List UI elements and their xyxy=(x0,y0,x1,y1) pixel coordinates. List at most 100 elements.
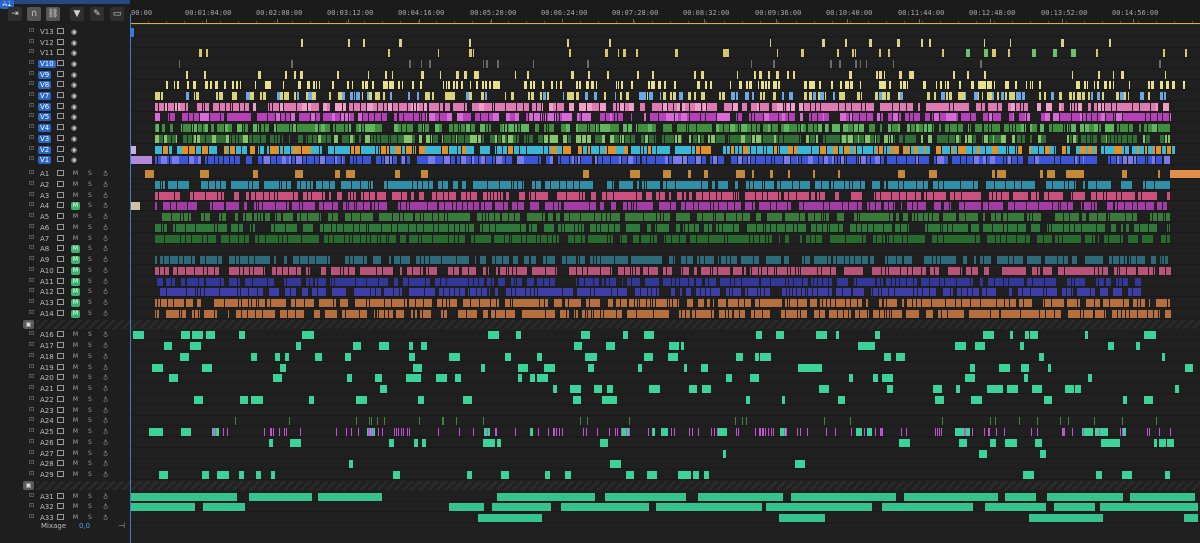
video-clip[interactable] xyxy=(824,113,830,121)
video-clip[interactable] xyxy=(372,81,375,89)
video-clip[interactable] xyxy=(460,288,465,296)
video-clip[interactable] xyxy=(371,202,375,210)
track-name-v4[interactable]: V4 xyxy=(38,124,52,132)
video-clip[interactable] xyxy=(980,60,983,68)
sfx-clip[interactable] xyxy=(718,428,728,436)
locked-track-icon[interactable]: ▣ xyxy=(23,320,34,329)
sfx-clip[interactable] xyxy=(648,428,650,436)
video-clip[interactable] xyxy=(728,267,730,275)
video-clip[interactable] xyxy=(614,310,616,318)
video-clip[interactable] xyxy=(976,202,981,210)
video-clip[interactable] xyxy=(376,267,383,275)
track-name-a11[interactable]: A11 xyxy=(38,278,56,286)
video-clip[interactable] xyxy=(826,288,828,296)
video-clip[interactable] xyxy=(895,146,900,154)
video-clip[interactable] xyxy=(934,278,939,286)
video-clip[interactable] xyxy=(578,156,581,164)
video-clip[interactable] xyxy=(890,103,893,111)
video-clip[interactable] xyxy=(217,192,221,200)
video-clip[interactable] xyxy=(804,103,810,111)
video-clip[interactable] xyxy=(739,202,742,210)
video-clip[interactable] xyxy=(764,146,766,154)
video-clip[interactable] xyxy=(385,71,388,79)
video-clip[interactable] xyxy=(1000,146,1006,154)
voiceover-mic-icon[interactable]: ♁ xyxy=(103,310,108,318)
sfx-clip[interactable] xyxy=(412,364,422,372)
video-clip[interactable] xyxy=(593,103,600,111)
video-clip[interactable] xyxy=(457,103,464,111)
video-clip[interactable] xyxy=(373,235,377,243)
video-clip[interactable] xyxy=(962,288,967,296)
video-clip[interactable] xyxy=(707,299,710,307)
video-clip[interactable] xyxy=(524,81,527,89)
video-clip[interactable] xyxy=(359,135,362,143)
video-clip[interactable] xyxy=(1082,113,1086,121)
video-clip[interactable] xyxy=(857,213,859,221)
lock-icon[interactable]: ⊡ xyxy=(29,428,35,434)
video-clip[interactable] xyxy=(1000,235,1007,243)
video-clip[interactable] xyxy=(641,92,646,100)
video-clip[interactable] xyxy=(1006,81,1009,89)
video-clip[interactable] xyxy=(693,92,697,100)
video-clip[interactable] xyxy=(361,235,367,243)
video-clip[interactable] xyxy=(451,135,455,143)
video-clip[interactable] xyxy=(548,202,553,210)
video-clip[interactable] xyxy=(540,310,545,318)
video-clip[interactable] xyxy=(958,267,960,275)
video-clip[interactable] xyxy=(886,192,892,200)
video-clip[interactable] xyxy=(664,156,669,164)
video-clip[interactable] xyxy=(385,299,391,307)
solo-button[interactable]: S xyxy=(88,235,92,243)
video-clip[interactable] xyxy=(292,299,295,307)
video-clip[interactable] xyxy=(1101,213,1107,221)
video-clip[interactable] xyxy=(1164,135,1168,143)
video-clip[interactable] xyxy=(944,202,949,210)
video-clip[interactable] xyxy=(499,202,504,210)
video-clip[interactable] xyxy=(1004,299,1010,307)
video-clip[interactable] xyxy=(1118,156,1123,164)
video-clip[interactable] xyxy=(874,288,878,296)
solo-button[interactable]: S xyxy=(88,503,92,511)
video-clip[interactable] xyxy=(647,192,652,200)
video-clip[interactable] xyxy=(401,81,404,89)
video-clip[interactable] xyxy=(269,135,274,143)
video-clip[interactable] xyxy=(391,81,395,89)
video-clip[interactable] xyxy=(1182,81,1185,89)
video-clip[interactable] xyxy=(1050,278,1056,286)
video-clip[interactable] xyxy=(892,60,895,68)
sfx-clip[interactable] xyxy=(1107,342,1115,350)
video-clip[interactable] xyxy=(575,81,579,89)
video-clip[interactable] xyxy=(909,256,912,264)
video-clip[interactable] xyxy=(543,213,546,221)
video-clip[interactable] xyxy=(384,278,388,286)
video-clip[interactable] xyxy=(350,146,354,154)
video-clip[interactable] xyxy=(731,103,733,111)
audio-clip[interactable] xyxy=(992,170,995,178)
video-clip[interactable] xyxy=(173,81,175,89)
video-clip[interactable] xyxy=(796,288,802,296)
video-clip[interactable] xyxy=(321,256,328,264)
video-clip[interactable] xyxy=(751,92,755,100)
video-clip[interactable] xyxy=(1125,256,1128,264)
video-clip[interactable] xyxy=(235,288,237,296)
sfx-clip[interactable] xyxy=(704,471,710,479)
lock-icon[interactable]: ⊡ xyxy=(29,103,35,109)
video-clip[interactable] xyxy=(498,135,502,143)
video-clip[interactable] xyxy=(420,267,424,275)
video-clip[interactable] xyxy=(901,224,907,232)
video-clip[interactable] xyxy=(359,202,363,210)
video-clip[interactable] xyxy=(418,192,424,200)
sync-lock-icon[interactable] xyxy=(57,146,64,152)
video-clip[interactable] xyxy=(251,92,255,100)
sfx-clip[interactable] xyxy=(1064,428,1066,436)
video-clip[interactable] xyxy=(885,288,888,296)
video-clip[interactable] xyxy=(788,113,795,121)
video-clip[interactable] xyxy=(759,235,765,243)
video-clip[interactable] xyxy=(1035,224,1041,232)
video-clip[interactable] xyxy=(698,192,702,200)
video-clip[interactable] xyxy=(730,81,732,89)
video-clip[interactable] xyxy=(516,135,519,143)
video-clip[interactable] xyxy=(337,224,343,232)
video-clip[interactable] xyxy=(1068,124,1071,132)
video-clip[interactable] xyxy=(865,60,867,68)
